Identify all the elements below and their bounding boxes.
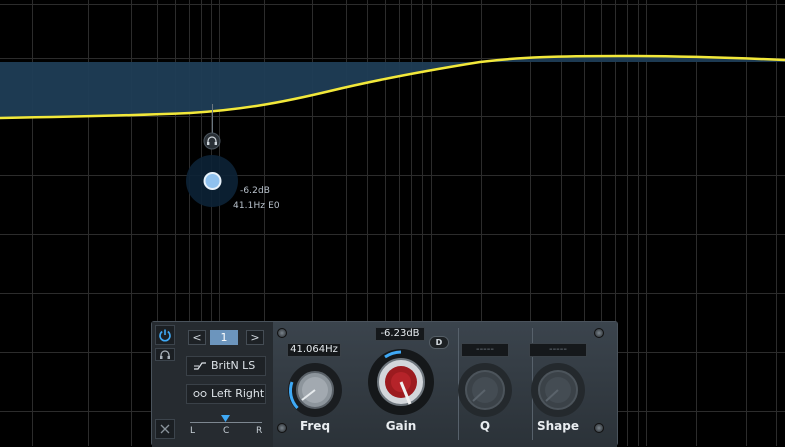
filter-type-label: BritN LS — [211, 359, 256, 372]
prev-band-button[interactable]: < — [188, 330, 206, 345]
channel-mode-label: Left Right — [211, 387, 265, 400]
gain-value: -6.23dB — [375, 327, 425, 341]
shape-value: ----- — [529, 343, 587, 357]
close-icon — [160, 424, 170, 434]
freq-knob[interactable] — [285, 360, 345, 420]
screw — [594, 328, 604, 338]
pan-center-label: C — [223, 426, 230, 436]
freq-label: Freq — [299, 419, 331, 433]
close-band-button[interactable] — [155, 419, 175, 439]
pan-slider[interactable]: L C R — [190, 415, 263, 439]
gain-label: Gain — [385, 419, 417, 433]
q-value: ----- — [461, 343, 509, 357]
channel-mode-selector[interactable]: Left Right — [186, 384, 266, 404]
screw — [594, 423, 604, 433]
screw — [277, 328, 287, 338]
pan-right-label: R — [256, 426, 263, 436]
eq-node-handle[interactable] — [203, 172, 222, 190]
node-gain-readout: -6.2dB — [240, 186, 271, 196]
node-headphones-icon[interactable] — [203, 132, 221, 150]
next-band-button[interactable]: > — [246, 330, 264, 345]
cut-fill-area — [0, 56, 785, 118]
freq-value: 41.064Hz — [287, 343, 341, 357]
headphones-icon — [160, 349, 170, 359]
band-number: 1 — [210, 330, 238, 345]
shape-label: Shape — [536, 419, 579, 433]
low-shelf-icon — [194, 362, 206, 370]
pan-left-label: L — [190, 426, 196, 436]
power-button[interactable] — [155, 325, 175, 345]
power-icon — [159, 329, 171, 342]
band-listen-button[interactable] — [155, 348, 175, 361]
pan-indicator[interactable] — [221, 415, 230, 423]
gain-knob[interactable] — [366, 347, 436, 417]
knob-section: 41.064Hz Freq -6.23dB D Gain ----- Q ---… — [273, 322, 617, 447]
q-knob[interactable] — [455, 360, 515, 420]
node-freq-readout: 41.1Hz E0 — [233, 201, 280, 211]
band-controls: < 1 > BritN LS Left Right L C R — [152, 322, 273, 447]
shape-knob[interactable] — [528, 360, 588, 420]
stereo-channel-icon — [193, 390, 207, 398]
q-label: Q — [479, 419, 491, 433]
band-panel: < 1 > BritN LS Left Right L C R 41.064Hz… — [151, 321, 618, 447]
filter-type-selector[interactable]: BritN LS — [186, 356, 266, 376]
